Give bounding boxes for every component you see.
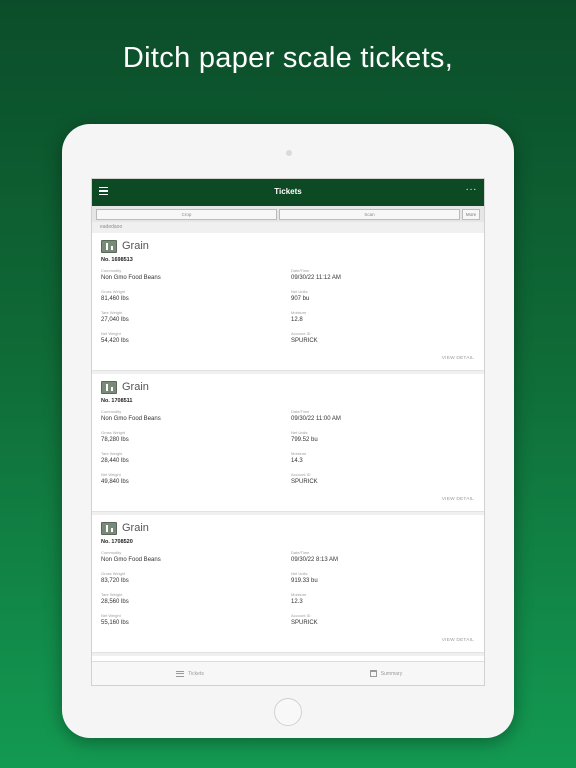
moisture-value: 14.3 xyxy=(291,457,303,464)
gross-weight-label: Gross Weight xyxy=(101,430,126,435)
ticket-number: No. 1708520 xyxy=(101,539,133,545)
nav-title: Tickets xyxy=(274,187,302,196)
grain-icon xyxy=(101,239,117,253)
commodity-value: Non Gmo Food Beans xyxy=(101,415,161,422)
date-label: Date/Time xyxy=(291,550,310,555)
ticket-card[interactable]: Grain No. 1708520 Commodity Non Gmo Food … xyxy=(92,515,484,653)
gross-weight-label: Gross Weight xyxy=(101,289,126,294)
commodity-label: Commodity xyxy=(101,409,122,414)
tare-weight-value: 27,040 lbs xyxy=(101,316,129,323)
camera xyxy=(286,150,292,156)
account-label: Account ID xyxy=(291,331,311,336)
crop-search-field[interactable]: Crop xyxy=(96,208,277,220)
gross-weight-value: 83,720 lbs xyxy=(101,577,129,584)
more-options-icon[interactable]: ··· xyxy=(466,184,478,195)
tab-tickets[interactable]: Tickets xyxy=(92,662,288,685)
commodity-label: Commodity xyxy=(101,550,122,555)
headline: Ditch paper scale tickets, xyxy=(122,42,454,74)
commodity-value: Non Gmo Food Beans xyxy=(101,274,161,281)
list-icon xyxy=(176,670,185,677)
date-value: 09/30/22 11:00 AM xyxy=(291,415,341,422)
net-weight-label: Net Weight xyxy=(101,472,121,477)
search-bar: Crop Scan More xyxy=(92,206,484,222)
view-detail-link[interactable]: VIEW DETAIL xyxy=(442,356,474,361)
net-weight-label: Net Weight xyxy=(101,613,121,618)
ticket-card[interactable]: Grain No. 1698513 Commodity Non Gmo Food … xyxy=(92,233,484,371)
ticket-type: Grain xyxy=(122,240,149,252)
nav-bar: Tickets ··· xyxy=(92,179,484,206)
commodity-value: Non Gmo Food Beans xyxy=(101,556,161,563)
moisture-label: Moisture xyxy=(291,592,307,597)
grain-icon xyxy=(101,521,117,535)
tare-weight-label: Tare Weight xyxy=(101,310,123,315)
account-value: SPURICK xyxy=(291,619,318,626)
ticket-card[interactable]: Grain No. 1708511 Commodity Non Gmo Food … xyxy=(92,374,484,512)
tablet-frame: Tickets ··· Crop Scan More eadedaoo Grai… xyxy=(62,124,514,738)
more-button[interactable]: More xyxy=(462,208,480,220)
ticket-number: No. 1708511 xyxy=(101,398,133,404)
view-detail-link[interactable]: VIEW DETAIL xyxy=(442,497,474,502)
account-value: SPURICK xyxy=(291,337,318,344)
net-weight-value: 55,160 lbs xyxy=(101,619,129,626)
scan-search-field[interactable]: Scan xyxy=(279,208,460,220)
ticket-type: Grain xyxy=(122,522,149,534)
date-label: Date/Time xyxy=(291,409,310,414)
net-units-label: Net Units xyxy=(291,289,308,294)
moisture-value: 12.3 xyxy=(291,598,303,605)
net-weight-value: 54,420 lbs xyxy=(101,337,129,344)
tare-weight-value: 28,560 lbs xyxy=(101,598,129,605)
ticket-type: Grain xyxy=(122,381,149,393)
tab-summary-label: Summary xyxy=(380,670,403,677)
gross-weight-value: 78,280 lbs xyxy=(101,436,129,443)
account-value: SPURICK xyxy=(291,478,318,485)
calendar-icon xyxy=(369,670,377,677)
net-weight-value: 49,840 lbs xyxy=(101,478,129,485)
account-label: Account ID xyxy=(291,472,311,477)
tare-weight-label: Tare Weight xyxy=(101,451,123,456)
gross-weight-value: 81,460 lbs xyxy=(101,295,129,302)
home-button[interactable] xyxy=(274,698,302,726)
tare-weight-value: 28,440 lbs xyxy=(101,457,129,464)
moisture-value: 12.8 xyxy=(291,316,303,323)
grain-icon xyxy=(101,380,117,394)
tab-summary[interactable]: Summary xyxy=(288,662,484,685)
date-label: Date/Time xyxy=(291,268,310,273)
net-units-value: 907 bu xyxy=(291,295,310,302)
net-units-value: 919.33 bu xyxy=(291,577,318,584)
tab-bar: Tickets Summary xyxy=(92,661,484,685)
moisture-label: Moisture xyxy=(291,451,307,456)
tare-weight-label: Tare Weight xyxy=(101,592,123,597)
date-value: 09/30/22 8:13 AM xyxy=(291,556,339,563)
view-detail-link[interactable]: VIEW DETAIL xyxy=(442,638,474,643)
tab-tickets-label: Tickets xyxy=(188,670,204,677)
app-screen: Tickets ··· Crop Scan More eadedaoo Grai… xyxy=(91,178,485,686)
net-units-label: Net Units xyxy=(291,430,308,435)
moisture-label: Moisture xyxy=(291,310,307,315)
net-units-value: 799.52 bu xyxy=(291,436,318,443)
account-label: Account ID xyxy=(291,613,311,618)
date-value: 09/30/22 11:12 AM xyxy=(291,274,341,281)
user-label: eadedaoo xyxy=(100,224,123,230)
net-weight-label: Net Weight xyxy=(101,331,121,336)
net-units-label: Net Units xyxy=(291,571,308,576)
ticket-number: No. 1698513 xyxy=(101,257,133,263)
commodity-label: Commodity xyxy=(101,268,122,273)
gross-weight-label: Gross Weight xyxy=(101,571,126,576)
